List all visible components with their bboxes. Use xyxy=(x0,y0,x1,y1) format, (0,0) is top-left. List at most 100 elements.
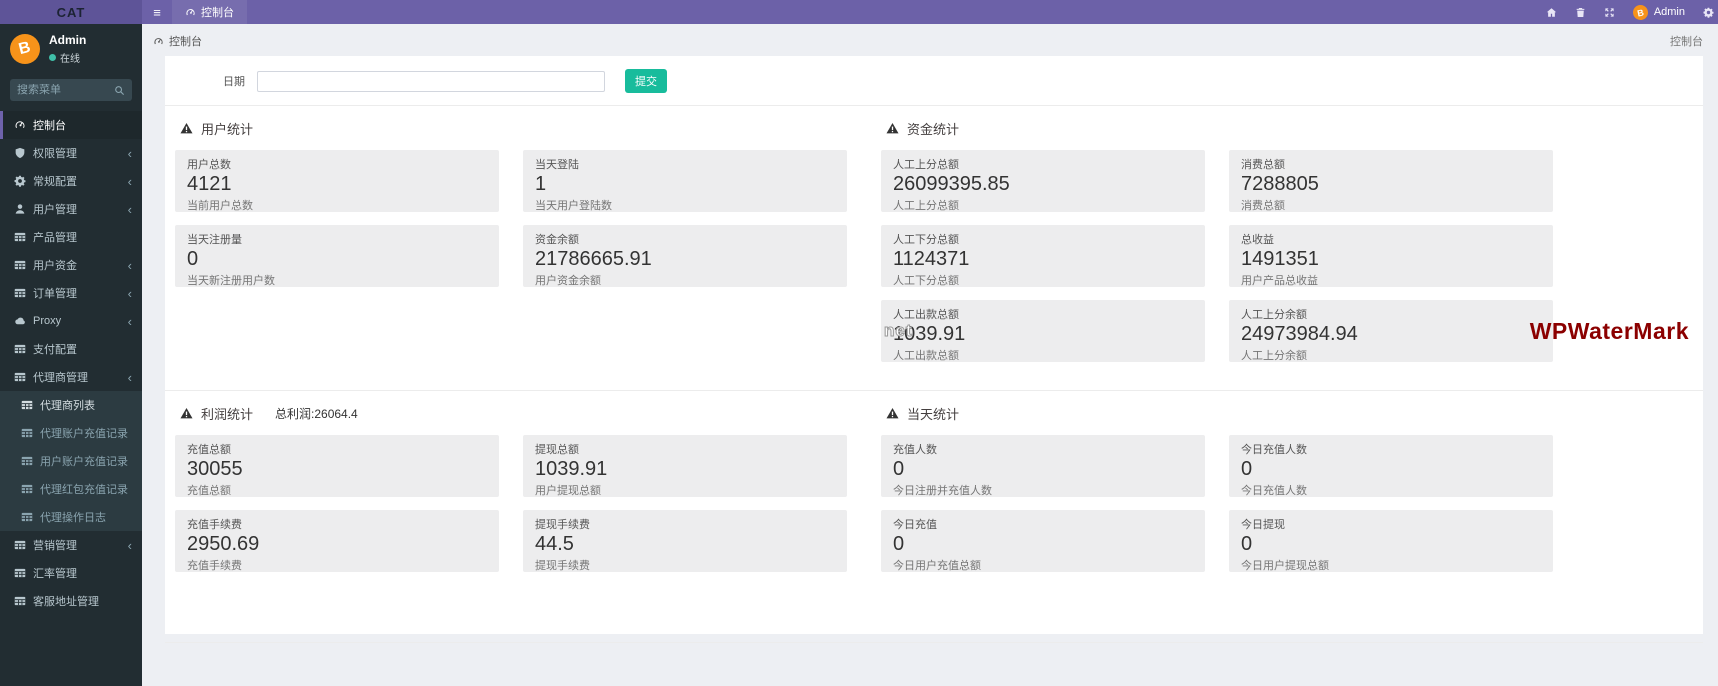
chevron-left-icon: ‹ xyxy=(128,147,132,160)
section-fund-stats: 资金统计 人工上分总额 26099395.85 人工上分总额 消费总额 7288… xyxy=(878,106,1556,362)
tab-label: 控制台 xyxy=(201,4,234,20)
stats-row-bottom: 利润统计 总利润:26064.4 充值总额 30055 充值总额 提现总额 10… xyxy=(165,391,1703,572)
chevron-left-icon: ‹ xyxy=(128,315,132,328)
home-icon[interactable] xyxy=(1546,7,1557,18)
sidebar-item-exchange-rate[interactable]: 汇率管理 xyxy=(0,559,142,587)
stat-card-withdrawal-total: 提现总额 1039.91 用户提现总额 xyxy=(523,435,847,497)
sidebar-item-dashboard[interactable]: 控制台 xyxy=(0,111,142,139)
stat-card-manual-debit-total: 人工下分总额 1124371 人工下分总额 xyxy=(881,225,1205,287)
warning-icon xyxy=(886,407,899,420)
sidebar-item-product-management[interactable]: 产品管理 xyxy=(0,223,142,251)
warning-icon xyxy=(180,122,193,135)
table-icon xyxy=(14,539,33,551)
sidebar: B Admin 在线 控制台 权限管理 ‹ 常规配置 ‹ xyxy=(0,24,142,686)
brand-logo[interactable]: CAT xyxy=(0,0,142,24)
breadcrumb-right-label: 控制台 xyxy=(1670,33,1703,49)
user-menu[interactable]: B Admin xyxy=(1633,5,1685,20)
navbar-right: B Admin xyxy=(1546,0,1718,24)
stat-card-manual-credit-total: 人工上分总额 26099395.85 人工上分总额 xyxy=(881,150,1205,212)
sidebar-subitem-agent-list[interactable]: 代理商列表 xyxy=(0,391,142,419)
sidebar-menu: 控制台 权限管理 ‹ 常规配置 ‹ 用户管理 ‹ 产品管理 xyxy=(0,111,142,391)
breadcrumb-label: 控制台 xyxy=(169,33,202,49)
sidebar-item-label: 产品管理 xyxy=(33,229,77,245)
sidebar-menu-bottom: 营销管理 ‹ 汇率管理 客服地址管理 xyxy=(0,531,142,615)
sidebar-search xyxy=(10,79,132,101)
sidebar-subitem-label: 代理红包充值记录 xyxy=(40,481,128,497)
sidebar-item-general-config[interactable]: 常规配置 ‹ xyxy=(0,167,142,195)
stat-card-withdrawal-fee: 提现手续费 44.5 提现手续费 xyxy=(523,510,847,572)
stat-card-recharge-fee: 充值手续费 2950.69 充值手续费 xyxy=(175,510,499,572)
sidebar-item-label: 订单管理 xyxy=(33,285,77,301)
date-input[interactable] xyxy=(257,71,605,92)
chevron-left-icon: ‹ xyxy=(128,259,132,272)
sidebar-item-permissions[interactable]: 权限管理 ‹ xyxy=(0,139,142,167)
sidebar-subitem-agent-operation-log[interactable]: 代理操作日志 xyxy=(0,503,142,531)
table-icon xyxy=(14,231,33,243)
divider xyxy=(165,642,1703,643)
stat-card-recharge-total: 充值总额 30055 充值总额 xyxy=(175,435,499,497)
sidebar-item-payment-config[interactable]: 支付配置 xyxy=(0,335,142,363)
sidebar-item-marketing-management[interactable]: 营销管理 ‹ xyxy=(0,531,142,559)
stat-card-manual-payout-total: 人工出款总额 1039.91 人工出款总额 net xyxy=(881,300,1205,362)
sidebar-item-label: 常规配置 xyxy=(33,173,77,189)
sidebar-item-label: 代理商管理 xyxy=(33,369,88,385)
wp-watermark: WPWaterMark xyxy=(1530,318,1689,345)
breadcrumb-home[interactable]: 控制台 xyxy=(153,33,202,49)
sidebar-subitem-user-recharge-records[interactable]: 用户账户充值记录 xyxy=(0,447,142,475)
chevron-left-icon: ‹ xyxy=(128,539,132,552)
stat-card-manual-credit-balance: 人工上分余额 24973984.94 人工上分余额 xyxy=(1229,300,1553,362)
warning-icon xyxy=(180,407,193,420)
sidebar-item-support-address[interactable]: 客服地址管理 xyxy=(0,587,142,615)
navbar-username: Admin xyxy=(1654,6,1685,18)
sidebar-subitem-agent-recharge-records[interactable]: 代理账户充值记录 xyxy=(0,419,142,447)
stat-card-consumption-total: 消费总额 7288805 消费总额 xyxy=(1229,150,1553,212)
agent-submenu: 代理商列表 代理账户充值记录 用户账户充值记录 代理红包充值记录 代理操作日志 xyxy=(0,391,142,531)
sidebar-subitem-label: 用户账户充值记录 xyxy=(40,453,128,469)
sidebar-item-user-funds[interactable]: 用户资金 ‹ xyxy=(0,251,142,279)
sidebar-item-label: 客服地址管理 xyxy=(33,593,99,609)
sidebar-item-user-management[interactable]: 用户管理 ‹ xyxy=(0,195,142,223)
sidebar-subitem-label: 代理账户充值记录 xyxy=(40,425,128,441)
table-icon xyxy=(21,427,40,439)
stat-card-total-earnings: 总收益 1491351 用户产品总收益 xyxy=(1229,225,1553,287)
fullscreen-icon[interactable] xyxy=(1604,7,1615,18)
sidebar-item-label: 营销管理 xyxy=(33,537,77,553)
cogs-icon xyxy=(14,175,33,187)
section-title: 当天统计 xyxy=(907,404,959,423)
sidebar-item-agent-management[interactable]: 代理商管理 ‹ xyxy=(0,363,142,391)
table-icon xyxy=(14,567,33,579)
section-title: 资金统计 xyxy=(907,119,959,138)
breadcrumb: 控制台 控制台 xyxy=(142,24,1718,54)
table-icon xyxy=(14,343,33,355)
section-title: 用户统计 xyxy=(201,119,253,138)
dashboard-panel: 日期 提交 用户统计 用户总数 4121 当前用户总数 xyxy=(165,56,1703,634)
total-profit-label: 总利润:26064.4 xyxy=(275,405,358,422)
gear-icon[interactable] xyxy=(1703,7,1714,18)
user-avatar: B xyxy=(1631,3,1649,21)
sidebar-item-proxy[interactable]: Proxy ‹ xyxy=(0,307,142,335)
chevron-left-icon: ‹ xyxy=(128,371,132,384)
stat-card-total-users: 用户总数 4121 当前用户总数 xyxy=(175,150,499,212)
dashboard-icon xyxy=(153,36,164,47)
user-icon xyxy=(14,203,33,215)
search-icon[interactable] xyxy=(114,85,125,96)
sidebar-item-label: 用户管理 xyxy=(33,201,77,217)
sidebar-item-label: 权限管理 xyxy=(33,145,77,161)
table-icon xyxy=(21,399,40,411)
dashboard-icon xyxy=(185,7,196,18)
trash-icon[interactable] xyxy=(1575,7,1586,18)
search-input[interactable] xyxy=(17,84,114,96)
chevron-left-icon: ‹ xyxy=(128,287,132,300)
sidebar-subitem-redpacket-recharge-records[interactable]: 代理红包充值记录 xyxy=(0,475,142,503)
sidebar-item-label: 支付配置 xyxy=(33,341,77,357)
table-icon xyxy=(21,511,40,523)
stat-card-fund-balance: 资金余额 21786665.91 用户资金余额 xyxy=(523,225,847,287)
table-icon xyxy=(14,595,33,607)
stat-card-today-registrations: 当天注册量 0 当天新注册用户数 xyxy=(175,225,499,287)
tab-dashboard[interactable]: 控制台 xyxy=(172,0,247,24)
sidebar-toggle-button[interactable]: ≡ xyxy=(142,0,172,24)
section-today-stats: 当天统计 充值人数 0 今日注册并充值人数 今日充值人数 0 今日充值人数 xyxy=(878,391,1556,572)
date-filter-form: 日期 提交 xyxy=(165,56,1703,105)
submit-button[interactable]: 提交 xyxy=(625,69,667,93)
sidebar-item-order-management[interactable]: 订单管理 ‹ xyxy=(0,279,142,307)
